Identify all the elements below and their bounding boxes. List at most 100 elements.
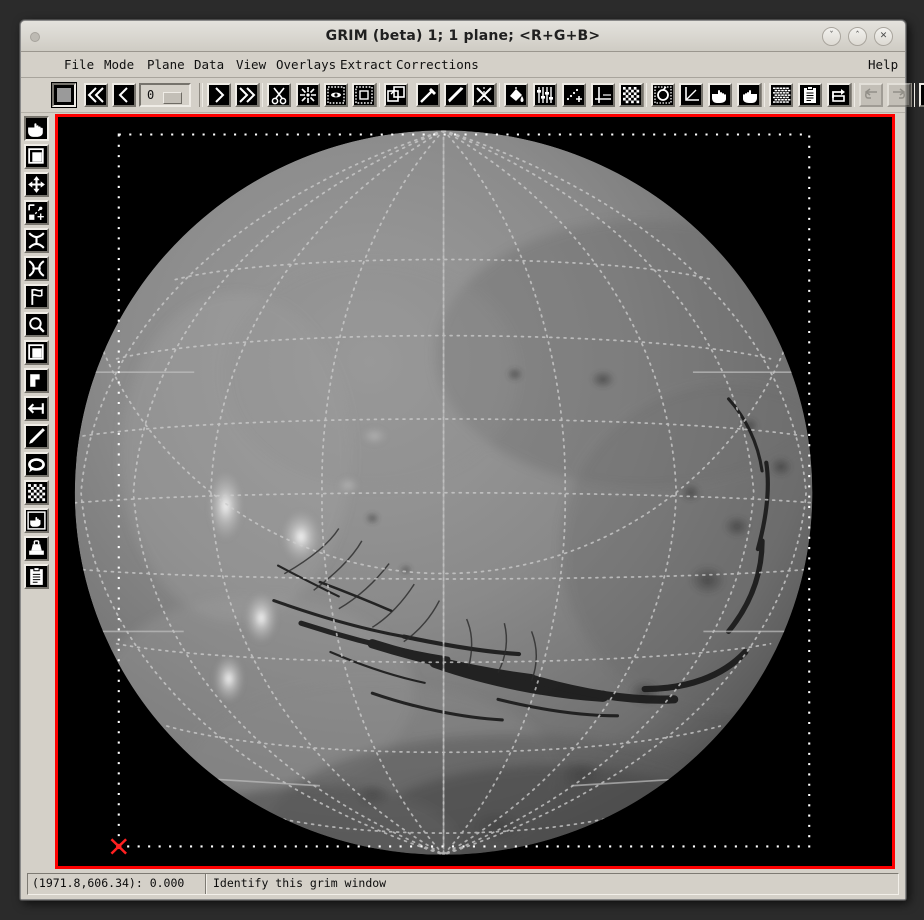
checker-pattern-icon: [621, 85, 641, 105]
tool-lasso[interactable]: [24, 452, 49, 477]
axes-button[interactable]: [591, 83, 615, 107]
tool-rotate[interactable]: [24, 228, 49, 253]
line-button[interactable]: [444, 83, 468, 107]
crossed-lines-icon: [474, 85, 494, 105]
window-title: GRIM (beta) 1; 1 plane; <R+G+B>: [325, 28, 601, 44]
axes-icon: [593, 85, 613, 105]
plane-number-dropdown-icon[interactable]: [163, 92, 182, 104]
last-plane-button[interactable]: [235, 83, 259, 107]
marching-ants-square-icon: [354, 85, 374, 105]
menu-mode[interactable]: Mode: [97, 55, 141, 74]
toolbar-separator: [259, 83, 263, 107]
status-message: Identify this grim window: [206, 874, 898, 894]
tool-stamp-hand[interactable]: [24, 508, 49, 533]
scissors-icon: [269, 85, 289, 105]
arrow-redo-icon: [889, 85, 909, 105]
angle-button[interactable]: [679, 83, 703, 107]
menu-corrections[interactable]: Corrections: [389, 55, 486, 74]
menu-data[interactable]: Data: [187, 55, 231, 74]
cursor-coordinate-readout: (1971.8,606.34): 0.000: [28, 874, 206, 894]
clipboard-icon: [26, 566, 47, 587]
pick-region-button[interactable]: [737, 83, 761, 107]
select-region-button[interactable]: [324, 83, 348, 107]
toolbar-separator: [496, 83, 500, 107]
tool-shift[interactable]: [24, 396, 49, 421]
duplicate-button[interactable]: [384, 83, 408, 107]
double-chevron-left-icon: [86, 85, 106, 105]
toolbar-separator: [199, 83, 203, 107]
tool-corner[interactable]: [24, 368, 49, 393]
next-plane-button[interactable]: [207, 83, 231, 107]
sliders-icon: [535, 85, 555, 105]
crosshair-points-icon: [26, 202, 47, 223]
tool-sidebar: [21, 113, 53, 869]
tool-flip[interactable]: [24, 256, 49, 281]
menu-file[interactable]: File: [57, 55, 101, 74]
minimize-button[interactable]: ˇ: [822, 27, 841, 46]
origin-point-icon: [116, 843, 122, 850]
move-arrows-icon: [26, 174, 47, 195]
pencil-icon: [26, 426, 47, 447]
diagonal-line-icon: [446, 85, 466, 105]
checker-pattern-icon: [26, 482, 47, 503]
overlap-squares-icon: [386, 85, 406, 105]
points-plus-icon: [564, 85, 584, 105]
tool-dither[interactable]: [24, 480, 49, 505]
rotate-button[interactable]: [827, 83, 851, 107]
status-bar: (1971.8,606.34): 0.000 Identify this gri…: [21, 869, 905, 899]
dither-button[interactable]: [619, 83, 643, 107]
tool-pencil[interactable]: [24, 424, 49, 449]
levels-button[interactable]: [533, 83, 557, 107]
menu-plane[interactable]: Plane: [140, 55, 192, 74]
hand-point-left-icon: [739, 85, 759, 105]
arrow-undo-icon: [861, 85, 881, 105]
marching-ants-dot-icon: [326, 85, 346, 105]
magnifier-icon: [26, 314, 47, 335]
image-canvas[interactable]: [55, 114, 895, 869]
menu-help[interactable]: Help: [861, 55, 905, 74]
alert-button[interactable]: [919, 83, 924, 107]
filled-square-icon: [54, 85, 74, 105]
tool-points[interactable]: [24, 200, 49, 225]
maximize-button[interactable]: ˆ: [848, 27, 867, 46]
cut-button[interactable]: [267, 83, 291, 107]
plane-number-value: 0: [147, 88, 155, 102]
circle-fit-button[interactable]: [651, 83, 675, 107]
x-flip-icon: [26, 258, 47, 279]
wand-button[interactable]: [416, 83, 440, 107]
chevron-right-icon: [209, 85, 229, 105]
x-rotate-icon: [26, 230, 47, 251]
main-toolbar: 0: [21, 78, 924, 113]
contrast-button[interactable]: [296, 83, 320, 107]
tool-stamp[interactable]: [24, 536, 49, 561]
blank-plane-button[interactable]: [51, 82, 77, 108]
starburst-icon: [298, 85, 318, 105]
rotate-arrow-icon: [829, 85, 849, 105]
tool-pointer[interactable]: [24, 116, 49, 141]
fill-button[interactable]: [504, 83, 528, 107]
tool-flag[interactable]: [24, 284, 49, 309]
tool-frame[interactable]: [24, 340, 49, 365]
tool-pan[interactable]: [24, 172, 49, 197]
dotted-selection-rect[interactable]: [58, 117, 892, 866]
crosshair-button[interactable]: [472, 83, 496, 107]
image-scene[interactable]: [58, 117, 892, 866]
flag-icon: [26, 286, 47, 307]
menu-view[interactable]: View: [229, 55, 273, 74]
hand-in-frame-icon: [26, 510, 47, 531]
grid-button[interactable]: [769, 83, 793, 107]
hand-point-right-icon: [26, 118, 47, 139]
close-button[interactable]: ✕: [874, 27, 893, 46]
tool-select-box[interactable]: [24, 144, 49, 169]
prev-plane-button[interactable]: [112, 83, 136, 107]
points-button[interactable]: [562, 83, 586, 107]
first-plane-button[interactable]: [84, 83, 108, 107]
square-select-icon: [26, 342, 47, 363]
tool-zoom[interactable]: [24, 312, 49, 337]
plane-number-spinner[interactable]: 0: [139, 83, 191, 107]
pick-point-button[interactable]: [708, 83, 732, 107]
notes-button[interactable]: [798, 83, 822, 107]
paint-bucket-icon: [506, 85, 526, 105]
marquee-button[interactable]: [352, 83, 376, 107]
tool-notes[interactable]: [24, 564, 49, 589]
